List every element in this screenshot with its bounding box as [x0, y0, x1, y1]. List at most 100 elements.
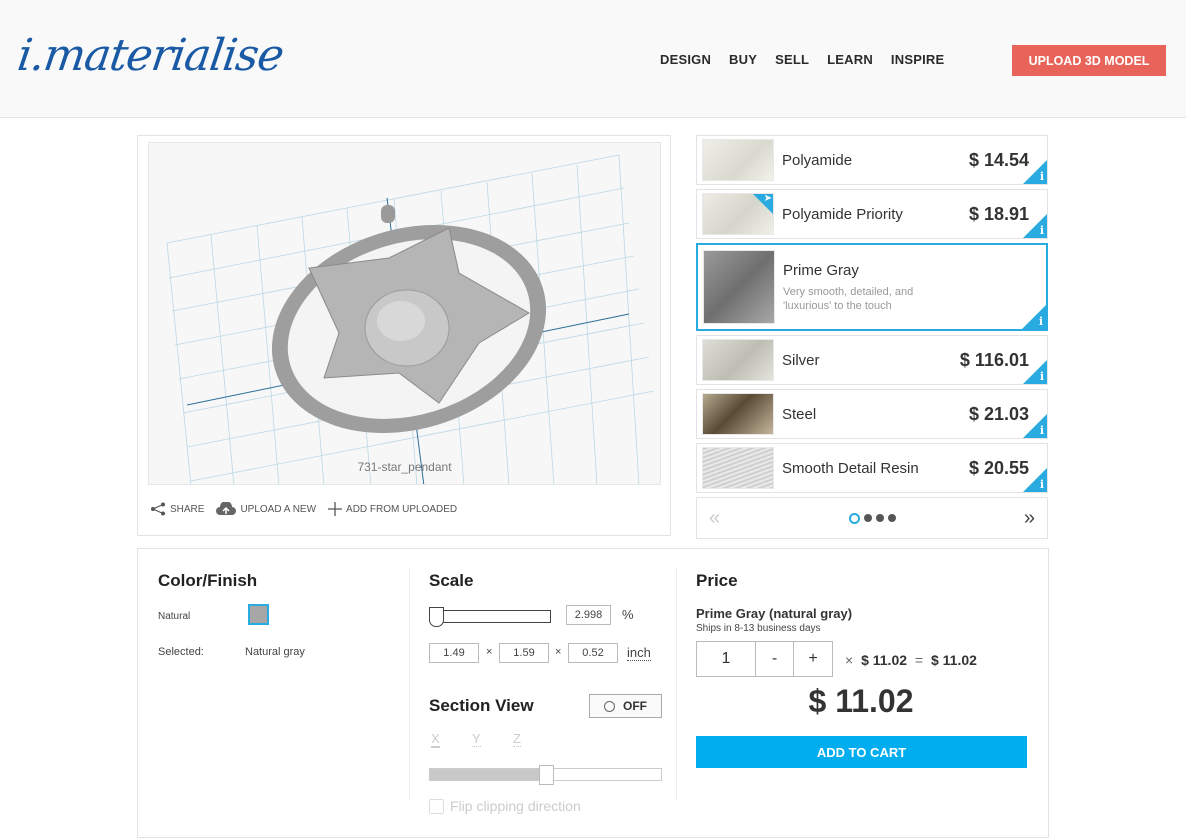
viewer-actions: SHARE UPLOAD A NEW ADD FROM UPLOADED — [150, 502, 457, 516]
model-name-label: 731-star_pendant — [357, 460, 452, 474]
upload-3d-model-button[interactable]: UPLOAD 3D MODEL — [1012, 45, 1166, 76]
material-name: Steel — [782, 405, 817, 423]
material-price: $ 116.01 — [959, 350, 1029, 370]
times-sign: × — [486, 646, 493, 658]
scale-title: Scale — [429, 571, 474, 590]
times-sign: × — [845, 652, 854, 668]
material-thumbnail — [703, 250, 775, 324]
shipping-time: Ships in 8-13 business days — [696, 623, 821, 634]
page-dot-2[interactable] — [863, 514, 872, 522]
selected-finish-value: Natural gray — [245, 646, 305, 658]
prev-page-button[interactable]: « — [709, 507, 720, 530]
material-description: Very smooth, detailed, and 'luxurious' t… — [783, 285, 914, 312]
add-from-uploaded-label: ADD FROM UPLOADED — [346, 503, 458, 515]
scale-percent-input[interactable]: 2.998 — [566, 605, 611, 625]
material-thumbnail — [702, 447, 774, 489]
material-item-prime-gray[interactable]: Prime Gray Very smooth, detailed, and 'l… — [696, 243, 1048, 331]
scale-slider[interactable] — [429, 607, 551, 627]
paper-plane-icon: ➤ — [763, 193, 772, 204]
material-item-silver[interactable]: Silver $ 116.01 i — [696, 335, 1048, 385]
upload-new-button[interactable]: UPLOAD A NEW — [216, 502, 316, 516]
price-title: Price — [696, 571, 738, 590]
unit-price: $ 11.02 — [861, 652, 908, 668]
material-price: $ 21.03 — [968, 404, 1029, 424]
section-view-toggle[interactable]: OFF — [589, 694, 662, 718]
flip-clipping-option[interactable]: Flip clipping direction — [429, 798, 581, 814]
material-item-polyamide-priority[interactable]: ➤ Polyamide Priority $ 18.91 i — [696, 189, 1048, 239]
line-total: $ 11.02 — [930, 652, 977, 668]
info-icon: i — [1039, 478, 1044, 491]
section-slider[interactable] — [429, 765, 662, 785]
add-from-uploaded-button[interactable]: ADD FROM UPLOADED — [328, 502, 457, 516]
nav-learn[interactable]: LEARN — [827, 52, 873, 67]
material-price: $ 18.91 — [968, 204, 1029, 224]
info-icon: i — [1039, 224, 1044, 237]
info-icon: i — [1039, 424, 1044, 437]
material-thumbnail — [702, 139, 774, 181]
price-material-line: Prime Gray (natural gray) — [696, 606, 853, 621]
upload-new-label: UPLOAD A NEW — [240, 503, 317, 515]
material-thumbnail: ➤ — [702, 193, 774, 235]
imaterialise-logo[interactable]: i.materialise — [14, 30, 286, 81]
material-item-polyamide[interactable]: Polyamide $ 14.54 i — [696, 135, 1048, 185]
3d-viewport[interactable]: 731-star_pendant — [148, 142, 661, 485]
quantity-input[interactable]: 1 — [697, 642, 756, 676]
unit-selector[interactable]: inch — [627, 645, 651, 661]
plus-icon — [328, 502, 343, 516]
dimension-z-input[interactable]: 0.52 — [568, 643, 618, 663]
finish-option-label: Natural — [158, 611, 191, 622]
configuration-panel: Color/Finish Natural Selected: Natural g… — [137, 548, 1049, 838]
main-nav: DESIGN BUY SELL LEARN INSPIRE — [660, 52, 944, 67]
color-finish-title: Color/Finish — [158, 571, 258, 590]
material-thumbnail — [702, 393, 774, 435]
section-slider-thumb[interactable] — [538, 765, 554, 785]
material-list: Polyamide $ 14.54 i ➤ Polyamide Priority… — [696, 135, 1048, 539]
info-icon: i — [1038, 315, 1043, 328]
axis-z-tab[interactable]: Z — [513, 731, 521, 747]
quantity-stepper: 1 - + — [696, 641, 833, 677]
material-name: Polyamide — [782, 151, 853, 169]
axis-x-tab[interactable]: X — [431, 731, 440, 748]
page-dot-3[interactable] — [875, 514, 884, 522]
material-price: $ 20.55 — [968, 458, 1029, 478]
section-slider-fill — [430, 769, 546, 780]
material-item-steel[interactable]: Steel $ 21.03 i — [696, 389, 1048, 439]
add-to-cart-button[interactable]: ADD TO CART — [696, 736, 1027, 768]
flip-checkbox[interactable] — [429, 798, 444, 814]
page-dot-1[interactable] — [848, 512, 860, 524]
decrease-quantity-button[interactable]: - — [756, 642, 794, 676]
page-dots — [848, 512, 896, 524]
nav-sell[interactable]: SELL — [775, 52, 809, 67]
equals-sign: = — [914, 652, 924, 668]
color-swatch-natural-gray[interactable] — [248, 604, 269, 625]
increase-quantity-button[interactable]: + — [794, 642, 832, 676]
dimension-y-input[interactable]: 1.59 — [499, 643, 549, 663]
nav-inspire[interactable]: INSPIRE — [891, 52, 944, 67]
dimension-x-input[interactable]: 1.49 — [429, 643, 479, 663]
times-sign: × — [555, 646, 562, 658]
toggle-label: OFF — [623, 699, 647, 713]
radio-icon — [604, 700, 615, 712]
material-item-smooth-detail-resin[interactable]: Smooth Detail Resin $ 20.55 i — [696, 443, 1048, 493]
material-name: Silver — [782, 351, 820, 369]
page-dot-4[interactable] — [887, 514, 896, 522]
info-icon: i — [1039, 370, 1044, 383]
material-name: Smooth Detail Resin — [782, 459, 919, 477]
share-button[interactable]: SHARE — [150, 502, 204, 516]
share-icon — [151, 502, 165, 516]
nav-buy[interactable]: BUY — [729, 52, 757, 67]
percent-unit: % — [622, 607, 634, 622]
nav-design[interactable]: DESIGN — [660, 52, 711, 67]
material-text: Prime Gray Very smooth, detailed, and 'l… — [775, 262, 953, 313]
material-thumbnail — [702, 339, 774, 381]
scale-slider-thumb[interactable] — [429, 607, 444, 627]
next-page-button[interactable]: » — [1024, 507, 1035, 530]
price-equation: × $ 11.02 = $ 11.02 — [841, 652, 977, 668]
total-price: $ 11.02 — [808, 683, 914, 719]
material-name: Prime Gray — [783, 261, 859, 279]
selected-label: Selected: — [158, 646, 204, 658]
material-pager: « » — [696, 497, 1048, 539]
axis-y-tab[interactable]: Y — [472, 731, 481, 747]
column-divider — [409, 569, 410, 799]
share-label: SHARE — [170, 503, 205, 515]
